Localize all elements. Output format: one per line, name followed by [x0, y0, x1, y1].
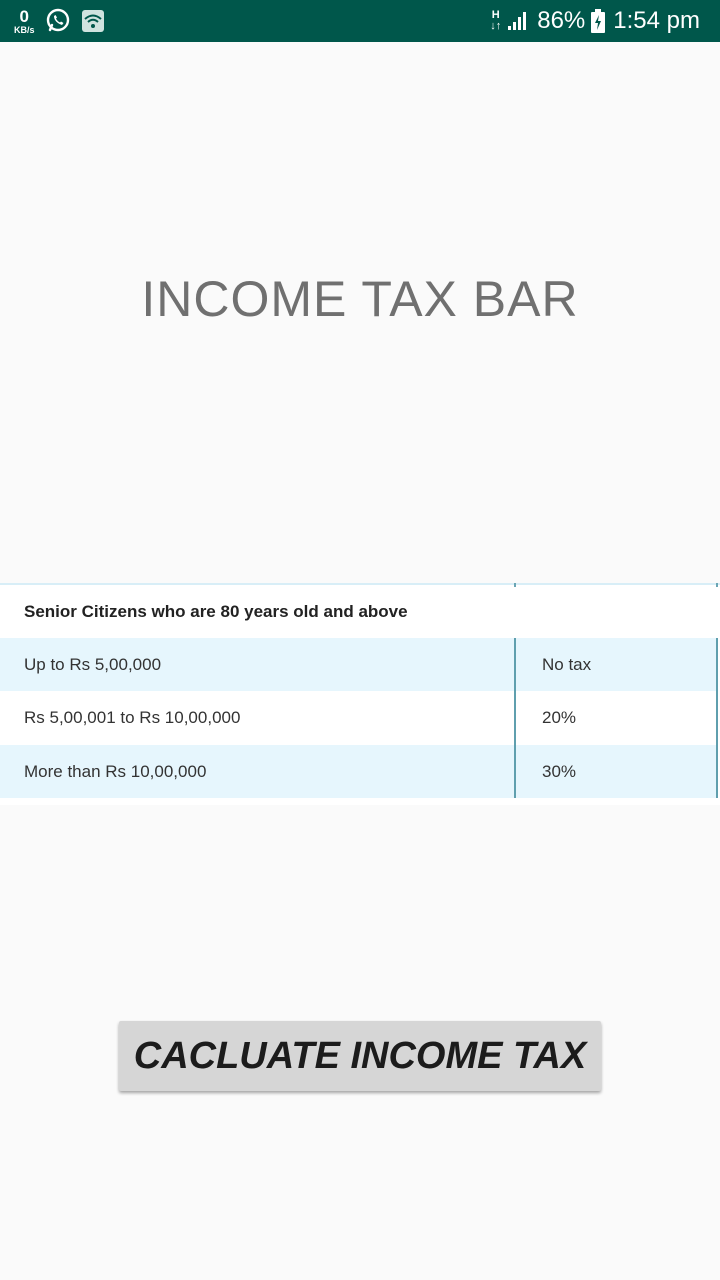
battery-charging-icon [591, 9, 606, 33]
battery-percent: 86% [537, 7, 586, 34]
column-divider [514, 638, 516, 798]
network-speed-unit: KB/s [14, 24, 35, 35]
page-title: INCOME TAX BAR [141, 271, 579, 327]
table-top-border [0, 583, 720, 585]
network-speed-value: 0 [19, 6, 29, 26]
rate-cell: No tax [542, 655, 592, 674]
table-heading: Senior Citizens who are 80 years old and… [24, 602, 408, 621]
rate-cell: 30% [542, 762, 577, 781]
table-row: More than Rs 10,00,000 30% [0, 745, 718, 798]
whatsapp-icon [45, 8, 71, 34]
network-type-indicator: H ↓↑ [490, 10, 501, 32]
clock: 1:54 pm [613, 7, 700, 34]
slab-cell: More than Rs 10,00,000 [24, 762, 207, 781]
table-column-tick [514, 583, 516, 587]
tax-slab-table: Senior Citizens who are 80 years old and… [0, 583, 720, 805]
status-bar-left: 0 KB/s [14, 4, 115, 38]
table-row: Rs 5,00,001 to Rs 10,00,000 20% [0, 691, 718, 744]
network-speed: 0 KB/s [14, 8, 35, 35]
table-right-border [716, 638, 718, 798]
data-arrows-icon: ↓↑ [490, 20, 502, 32]
slab-cell: Rs 5,00,001 to Rs 10,00,000 [24, 708, 241, 727]
status-bar: 0 KB/s H ↓↑ 86% 1:54 pm [0, 0, 720, 42]
table-row: Up to Rs 5,00,000 No tax [0, 638, 718, 691]
wifi-icon [81, 9, 105, 33]
slab-cell: Up to Rs 5,00,000 [24, 655, 162, 674]
table-column-tick [716, 583, 718, 587]
rate-cell: 20% [542, 708, 577, 727]
calculate-income-tax-button[interactable]: CACLUATE INCOME TAX [119, 1021, 601, 1091]
signal-icon [507, 11, 529, 31]
status-bar-right: H ↓↑ 86% 1:54 pm [490, 0, 700, 42]
